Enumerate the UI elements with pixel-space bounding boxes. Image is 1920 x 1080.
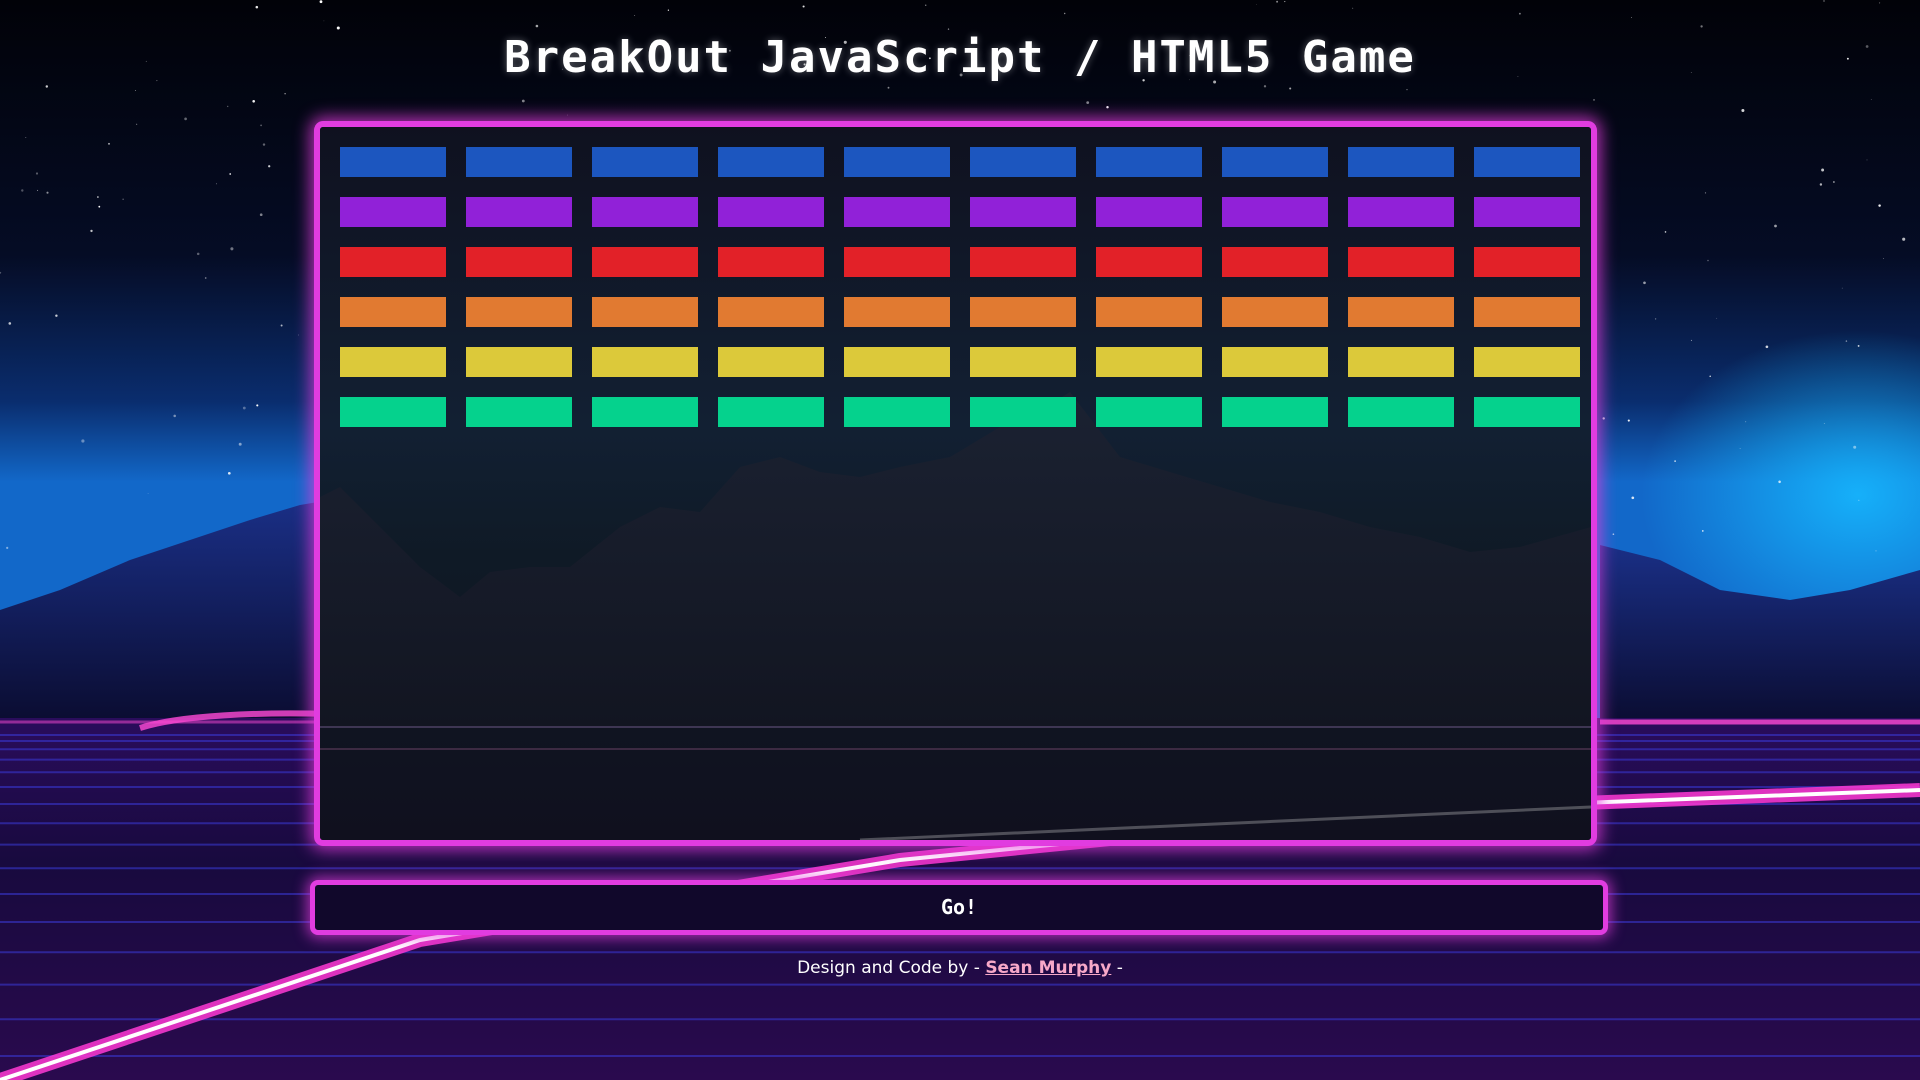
brick bbox=[1096, 147, 1202, 177]
brick bbox=[970, 247, 1076, 277]
brick bbox=[1348, 197, 1454, 227]
brick bbox=[718, 197, 824, 227]
board-mountain-backdrop bbox=[320, 127, 1591, 840]
author-link[interactable]: Sean Murphy bbox=[985, 958, 1111, 978]
footer-suffix: - bbox=[1116, 958, 1123, 978]
brick bbox=[340, 297, 446, 327]
brick bbox=[718, 397, 824, 427]
game-board[interactable] bbox=[314, 121, 1597, 846]
brick bbox=[970, 397, 1076, 427]
brick bbox=[592, 147, 698, 177]
brick bbox=[1222, 297, 1328, 327]
brick bbox=[844, 297, 950, 327]
brick bbox=[844, 247, 950, 277]
footer-prefix: Design and Code by - bbox=[797, 958, 980, 978]
brick bbox=[1222, 247, 1328, 277]
brick bbox=[844, 147, 950, 177]
brick bbox=[1474, 347, 1580, 377]
brick bbox=[1348, 247, 1454, 277]
footer-credit: Design and Code by - Sean Murphy - bbox=[0, 958, 1920, 978]
brick bbox=[466, 247, 572, 277]
brick bbox=[1474, 197, 1580, 227]
brick bbox=[1096, 297, 1202, 327]
brick bbox=[1348, 147, 1454, 177]
brick bbox=[340, 197, 446, 227]
brick bbox=[592, 197, 698, 227]
brick bbox=[1096, 197, 1202, 227]
go-button[interactable]: Go! bbox=[310, 880, 1608, 935]
brick bbox=[970, 197, 1076, 227]
brick bbox=[1096, 397, 1202, 427]
brick bbox=[1474, 297, 1580, 327]
brick bbox=[718, 347, 824, 377]
brick bbox=[466, 397, 572, 427]
brick bbox=[592, 247, 698, 277]
brick bbox=[1348, 397, 1454, 427]
brick bbox=[718, 247, 824, 277]
page-title: BreakOut JavaScript / HTML5 Game bbox=[504, 32, 1416, 83]
brick bbox=[844, 197, 950, 227]
brick bbox=[1222, 147, 1328, 177]
brick bbox=[1222, 347, 1328, 377]
brick bbox=[1474, 247, 1580, 277]
brick bbox=[1348, 347, 1454, 377]
brick bbox=[340, 397, 446, 427]
brick bbox=[1096, 347, 1202, 377]
brick bbox=[718, 297, 824, 327]
brick bbox=[466, 147, 572, 177]
brick bbox=[718, 147, 824, 177]
brick bbox=[844, 397, 950, 427]
brick bbox=[1348, 297, 1454, 327]
brick bbox=[970, 147, 1076, 177]
brick bbox=[592, 397, 698, 427]
brick bbox=[970, 297, 1076, 327]
brick bbox=[1474, 397, 1580, 427]
brick bbox=[340, 247, 446, 277]
brick bbox=[1222, 397, 1328, 427]
brick bbox=[1096, 247, 1202, 277]
brick bbox=[592, 297, 698, 327]
brick bbox=[340, 147, 446, 177]
brick bbox=[844, 347, 950, 377]
brick bbox=[466, 197, 572, 227]
brick bbox=[970, 347, 1076, 377]
brick bbox=[1222, 197, 1328, 227]
brick bbox=[340, 347, 446, 377]
brick bbox=[466, 347, 572, 377]
brick bbox=[1474, 147, 1580, 177]
brick bbox=[592, 347, 698, 377]
brick bbox=[466, 297, 572, 327]
